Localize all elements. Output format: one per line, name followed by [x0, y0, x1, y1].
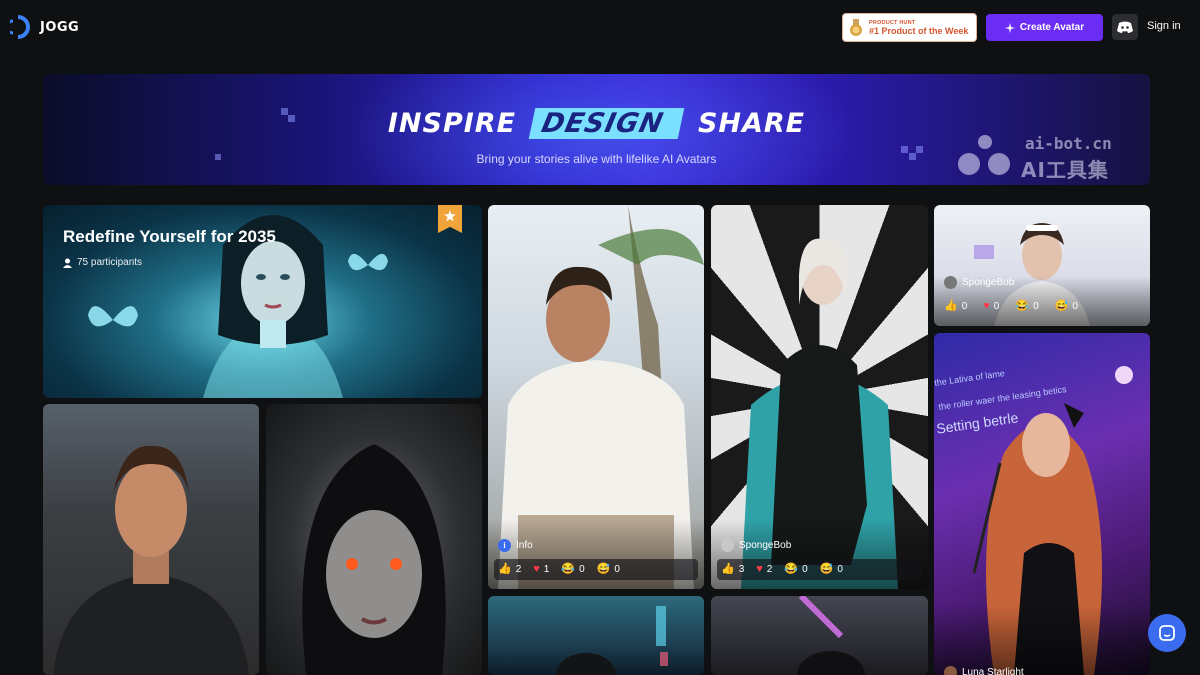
watermark-name: AI工具集 — [1021, 158, 1109, 182]
featured-bookmark — [438, 205, 462, 233]
laugh-count: 0 — [802, 564, 808, 575]
like-count: 3 — [738, 564, 745, 575]
wow-reaction[interactable]: 😅 0 — [819, 563, 843, 576]
avatar-card-luna-starlight[interactable]: the Lativa of lame the roller waer the l… — [934, 333, 1150, 675]
laugh-reaction[interactable]: 😂 0 — [784, 563, 808, 576]
card-author[interactable]: SpongeBob — [721, 539, 791, 552]
author-avatar — [721, 539, 734, 552]
create-avatar-button[interactable]: Create Avatar — [986, 14, 1103, 41]
wow-reaction[interactable]: 😅 0 — [596, 563, 620, 576]
product-hunt-badge[interactable]: PRODUCT HUNT #1 Product of the Week — [842, 13, 977, 42]
logo-text: JOGG — [40, 19, 80, 35]
star-icon — [444, 210, 456, 222]
info-icon: i — [498, 539, 511, 552]
laugh-reaction[interactable]: 😂 0 — [1015, 300, 1039, 313]
top-header: JOGG PRODUCT HUNT #1 Product of the Week… — [0, 0, 1200, 56]
card-author[interactable]: Luna Starlight — [944, 666, 1024, 675]
wow-count: 0 — [1072, 301, 1078, 312]
medal-icon — [850, 18, 862, 36]
watermark: ai-bot.cn AI工具集 — [955, 134, 1145, 182]
card-author[interactable]: SpongeBob — [944, 276, 1014, 289]
discord-button[interactable] — [1112, 14, 1138, 40]
hero-banner: INSPIRE DESIGN SHARE Bring your stories … — [43, 74, 1150, 185]
banner-word-share: SHARE — [697, 108, 806, 139]
reactions-row: 👍 3 ♥ 2 😂 0 😅 0 — [721, 563, 843, 576]
author-name: SpongeBob — [739, 540, 792, 551]
participants-label: 75 participants — [77, 257, 143, 268]
butterfly-image — [88, 306, 138, 327]
watermark-domain: ai-bot.cn — [1025, 134, 1112, 153]
wow-icon: 😅 — [1054, 300, 1069, 312]
heart-icon: ♥ — [533, 563, 540, 575]
laugh-icon: 😂 — [784, 563, 799, 575]
card-author[interactable]: i Info — [498, 539, 533, 552]
like-count: 2 — [515, 564, 522, 575]
avatar-image — [556, 606, 668, 675]
chat-support-button[interactable] — [1148, 614, 1186, 652]
wow-reaction[interactable]: 😅 0 — [1054, 300, 1078, 313]
jogg-logo-icon — [10, 15, 30, 39]
like-reaction[interactable]: 👍 2 — [498, 563, 522, 576]
heart-reaction[interactable]: ♥ 1 — [533, 563, 550, 576]
avatar-card-spongebob-nurse[interactable]: SpongeBob 👍 0 ♥ 0 😂 0 😅 0 — [934, 205, 1150, 326]
heart-icon: ♥ — [756, 563, 763, 575]
heart-count: 2 — [766, 564, 773, 575]
thumbs-up-icon: 👍 — [498, 563, 512, 575]
laugh-reaction[interactable]: 😂 0 — [561, 563, 585, 576]
heart-count: 0 — [993, 301, 1000, 312]
like-count: 0 — [961, 301, 968, 312]
wow-count: 0 — [614, 564, 620, 575]
wow-icon: 😅 — [596, 563, 611, 575]
jogg-logo[interactable]: JOGG — [10, 14, 79, 40]
heart-reaction[interactable]: ♥ 2 — [756, 563, 773, 576]
laugh-icon: 😂 — [1015, 300, 1030, 312]
avatar-card-city[interactable] — [488, 596, 704, 675]
discord-icon — [1117, 21, 1133, 33]
heart-reaction[interactable]: ♥ 0 — [983, 300, 1000, 313]
card-shade — [934, 605, 1150, 675]
sparkle-icon — [1004, 22, 1015, 33]
avatar-card-spongebob[interactable]: SpongeBob 👍 3 ♥ 2 😂 0 😅 0 — [711, 205, 928, 589]
avatar-card-woman[interactable] — [266, 404, 482, 675]
author-avatar — [944, 276, 957, 289]
sign-in-link[interactable]: Sign in — [1147, 20, 1181, 32]
participants-count: 75 participants — [63, 257, 142, 268]
create-avatar-label: Create Avatar — [1019, 22, 1085, 33]
author-avatar — [944, 666, 957, 675]
avatar-card-info[interactable]: i Info 👍 2 ♥ 1 😂 0 😅 0 — [488, 205, 704, 589]
user-icon — [63, 258, 72, 268]
banner-word-inspire: INSPIRE — [387, 108, 517, 139]
thumbs-up-icon: 👍 — [721, 563, 735, 575]
wow-icon: 😅 — [819, 563, 834, 575]
author-name: SpongeBob — [962, 277, 1015, 288]
reactions-row: 👍 0 ♥ 0 😂 0 😅 0 — [944, 300, 1078, 313]
avatar-card-office[interactable] — [711, 596, 928, 675]
avatar-image — [797, 596, 865, 675]
chat-icon — [1159, 625, 1175, 641]
challenge-title: Redefine Yourself for 2035 — [63, 227, 276, 246]
author-name: Luna Starlight — [962, 667, 1024, 675]
avatar-card-man[interactable] — [43, 404, 259, 675]
banner-word-design: DESIGN — [529, 108, 685, 139]
author-name: Info — [516, 540, 533, 551]
wow-count: 0 — [837, 564, 843, 575]
challenge-card[interactable]: Redefine Yourself for 2035 75 participan… — [43, 205, 482, 398]
like-reaction[interactable]: 👍 0 — [944, 300, 968, 313]
avatar-image — [53, 445, 249, 675]
thumbs-up-icon: 👍 — [944, 300, 958, 312]
laugh-count: 0 — [579, 564, 585, 575]
like-reaction[interactable]: 👍 3 — [721, 563, 745, 576]
product-hunt-rank: #1 Product of the Week — [869, 25, 969, 36]
laugh-count: 0 — [1033, 301, 1039, 312]
watermark-logo-icon — [958, 135, 1010, 175]
avatar-image — [302, 444, 446, 675]
heart-icon: ♥ — [983, 300, 990, 312]
laugh-icon: 😂 — [561, 563, 576, 575]
heart-count: 1 — [543, 564, 550, 575]
butterfly-image — [348, 253, 388, 271]
reactions-row: 👍 2 ♥ 1 😂 0 😅 0 — [498, 563, 620, 576]
